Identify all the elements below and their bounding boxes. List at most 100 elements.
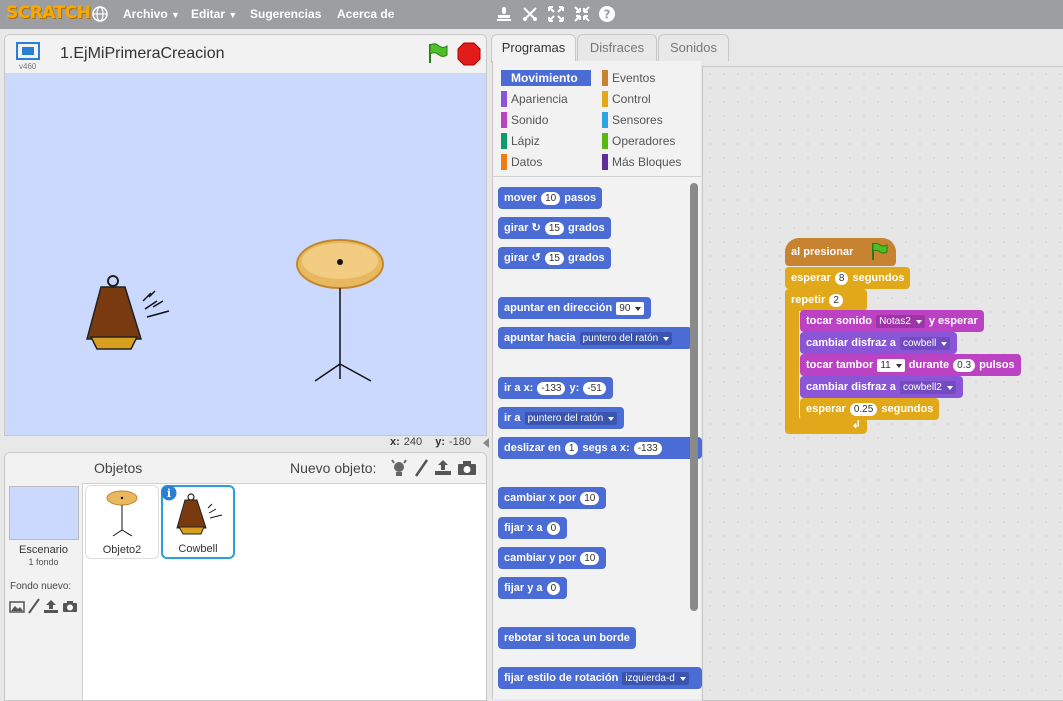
block-wait[interactable]: esperar 0.25 segundos [800,398,940,420]
block-text: tocar sonido [806,315,873,327]
stop-icon[interactable] [457,42,481,66]
tab-sonidos[interactable]: Sonidos [658,34,729,61]
brush-icon[interactable] [27,598,41,614]
tab-programas[interactable]: Programas [491,34,576,63]
cowbell-sprite[interactable] [83,271,175,355]
x-value: 240 [403,436,423,448]
block-point-direction[interactable]: apuntar en dirección 90 [498,297,652,319]
block-point-towards[interactable]: apuntar hacia puntero del ratón [498,327,692,349]
sound-dropdown[interactable]: Notas2 [876,314,925,328]
cymbal-sprite[interactable] [293,239,387,389]
x-input[interactable]: -133 [537,381,566,395]
sprite-thumb-cowbell[interactable]: i Cowbell [161,485,235,559]
category-sonido[interactable]: Sonido [501,112,548,128]
help-icon[interactable]: ? [598,5,616,23]
costume-dropdown[interactable]: cowbell2 [899,380,956,394]
block-move[interactable]: mover 10 pasos [498,187,603,209]
block-change-x[interactable]: cambiar x por 10 [498,487,607,509]
block-input[interactable]: 10 [580,551,600,565]
block-when-flag-clicked[interactable]: al presionar [785,238,896,266]
block-glide[interactable]: deslizar en 1 segs a x: -133 [498,437,702,459]
block-wait[interactable]: esperar 8 segundos [785,267,911,289]
rotation-dropdown[interactable]: izquierda-d [622,671,689,685]
stage-thumbnail[interactable] [9,486,79,540]
block-set-y[interactable]: fijar y a 0 [498,577,568,599]
sprite-label: Cowbell [178,543,218,555]
direction-dropdown[interactable]: 90 [616,301,645,315]
x-input[interactable]: -133 [633,441,662,455]
block-set-x[interactable]: fijar x a 0 [498,517,568,539]
menu-sugerencias[interactable]: Sugerencias [250,7,321,21]
upload-sprite-icon[interactable] [434,459,452,477]
block-turn-left[interactable]: girar ↺ 15 grados [498,247,611,269]
block-text: y esperar [928,315,978,327]
block-input[interactable]: 10 [541,191,561,205]
block-text: repetir [791,294,826,306]
menu-archivo[interactable]: Archivo ▼ [123,7,180,21]
target-dropdown[interactable]: puntero del ratón [579,331,673,345]
beats-input[interactable]: 0.3 [953,358,976,372]
scissors-icon[interactable] [521,5,539,23]
green-flag-icon[interactable] [425,41,449,65]
block-goto-xy[interactable]: ir a x: -133 y: -51 [498,377,613,399]
block-change-y[interactable]: cambiar y por 10 [498,547,607,569]
category-operadores[interactable]: Operadores [602,133,675,149]
block-input[interactable]: 0.25 [849,402,878,416]
block-input[interactable]: 2 [829,293,843,307]
category-mas-bloques[interactable]: Más Bloques [602,154,681,170]
category-apariencia[interactable]: Apariencia [501,91,568,107]
block-input[interactable]: 15 [544,251,564,265]
category-lapiz[interactable]: Lápiz [501,133,540,149]
costume-dropdown[interactable]: cowbell [899,336,951,350]
shrink-icon[interactable] [573,5,591,23]
scratch-logo[interactable]: SCRATCH [6,3,91,23]
category-eventos[interactable]: Eventos [602,70,655,86]
block-turn-right[interactable]: girar ↻ 15 grados [498,217,611,239]
menu-editar[interactable]: Editar ▼ [191,7,237,21]
paint-backdrop-icon[interactable] [9,600,25,614]
y-input[interactable]: -51 [583,381,606,395]
block-switch-costume[interactable]: cambiar disfraz a cowbell [800,332,958,354]
category-movimiento[interactable]: Movimiento [501,70,591,86]
chevron-down-icon: ▼ [171,10,180,20]
palette-scrollbar[interactable] [690,183,698,611]
block-input[interactable]: 10 [580,491,600,505]
block-play-sound-until-done[interactable]: tocar sonido Notas2 y esperar [800,310,984,332]
category-sensores[interactable]: Sensores [602,112,663,128]
block-rotation-style[interactable]: fijar estilo de rotación izquierda-d [498,667,702,689]
block-play-drum[interactable]: tocar tambor 11 durante 0.3 pulsos [800,354,1021,376]
project-title[interactable]: 1.EjMiPrimeraCreacion [60,45,225,63]
drum-dropdown[interactable]: 11 [877,358,905,372]
grow-icon[interactable] [547,5,565,23]
collapse-arrow-icon[interactable] [482,437,490,449]
block-input[interactable]: 0 [546,521,561,535]
category-control[interactable]: Control [602,91,651,107]
sprite-thumb-objeto2[interactable]: Objeto2 [85,485,159,559]
y-value: -180 [448,436,472,448]
duplicate-stamp-icon[interactable] [495,5,513,23]
upload-icon[interactable] [43,599,59,614]
block-input[interactable]: 0 [546,581,561,595]
globe-icon[interactable] [91,5,109,23]
camera-icon[interactable] [62,600,78,613]
block-input[interactable]: 15 [544,221,564,235]
block-goto[interactable]: ir a puntero del ratón [498,407,625,429]
stage-selector[interactable]: Escenario 1 fondo Fondo nuevo: [5,453,83,700]
menu-acerca[interactable]: Acerca de [337,7,394,21]
seconds-input[interactable]: 1 [564,441,579,455]
target-dropdown[interactable]: puntero del ratón [524,411,618,425]
block-switch-costume[interactable]: cambiar disfraz a cowbell2 [800,376,963,398]
block-input[interactable]: 8 [834,271,849,285]
paint-brush-icon[interactable] [413,458,429,478]
rotate-right-icon: ↻ [531,222,541,235]
stage-canvas[interactable] [5,73,486,435]
block-bounce[interactable]: rebotar si toca un borde [498,627,636,649]
camera-sprite-icon[interactable] [457,460,477,476]
choose-sprite-icon[interactable] [390,459,408,477]
tab-disfraces[interactable]: Disfraces [577,34,657,61]
fullscreen-icon[interactable] [15,41,41,61]
version-label: v460 [19,62,37,71]
category-datos[interactable]: Datos [501,154,542,170]
green-flag-icon [872,242,888,260]
sprite-label: Objeto2 [102,544,142,556]
